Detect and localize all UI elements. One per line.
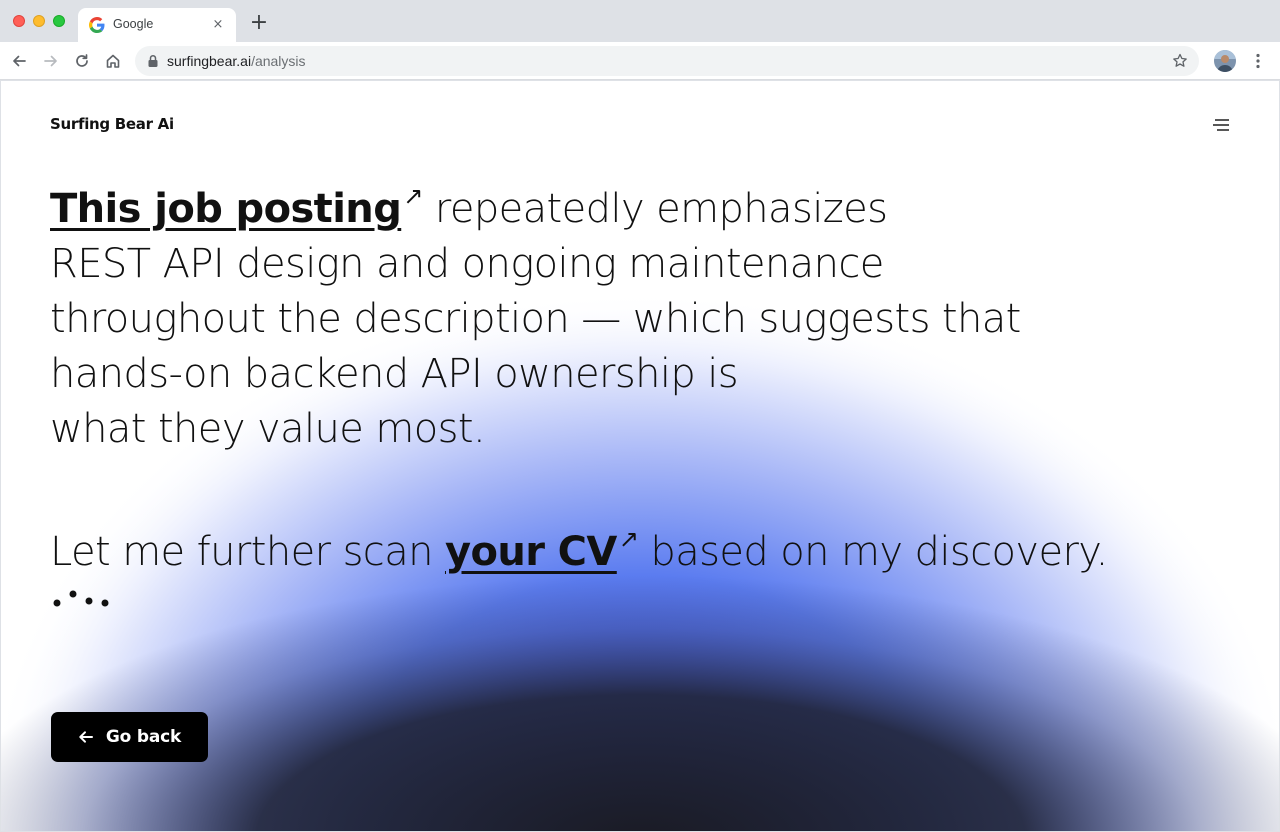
new-tab-button[interactable]: + — [248, 12, 270, 34]
url-text[interactable]: surfingbear.ai/analysis — [167, 53, 306, 69]
url-host: surfingbear.ai — [167, 53, 252, 69]
arrow-left-icon — [79, 731, 93, 743]
profile-avatar[interactable] — [1214, 50, 1236, 72]
analysis-text: This job posting↗ repeatedly emphasizes … — [50, 169, 1210, 580]
your-cv-link-text: your CV — [444, 529, 617, 575]
headline-line-4: hands-on backend API ownership is — [50, 351, 739, 397]
home-icon[interactable] — [102, 50, 124, 72]
go-back-label: Go back — [105, 727, 182, 747]
tab-close-icon[interactable]: × — [209, 16, 227, 34]
your-cv-link[interactable]: your CV — [445, 529, 617, 575]
headline-line-2: REST API design and ongoing maintenance — [50, 241, 884, 287]
brand-logo-text[interactable]: Surfing Bear Ai — [50, 115, 174, 133]
more-options-icon[interactable] — [1250, 50, 1266, 72]
job-posting-link-text: This job posting — [50, 186, 402, 232]
scan-suffix: based on my discovery. — [638, 529, 1108, 575]
go-back-button[interactable]: Go back — [51, 712, 208, 762]
window-minimize-button[interactable] — [33, 15, 45, 27]
forward-arrow-icon[interactable] — [40, 50, 62, 72]
bookmark-star-icon[interactable] — [1171, 52, 1189, 70]
url-path: /analysis — [251, 53, 306, 69]
google-icon — [89, 17, 105, 33]
headline-line-3: throughout the description — which sugge… — [50, 296, 1021, 342]
headline-line-1-rest: repeatedly emphasizes — [422, 186, 888, 232]
loading-dots-icon — [53, 590, 109, 607]
tab-title: Google — [113, 17, 154, 31]
window-close-button[interactable] — [13, 15, 25, 27]
scan-prefix: Let me further scan — [50, 529, 445, 575]
external-link-arrow-icon: ↗ — [403, 182, 423, 210]
scan-cv-line: Let me further scan your CV↗ based on my… — [50, 512, 1210, 580]
tab-strip: Google × + — [0, 0, 1280, 42]
lock-icon[interactable] — [145, 53, 161, 69]
browser-toolbar: surfingbear.ai/analysis — [0, 42, 1280, 80]
address-bar[interactable]: surfingbear.ai/analysis — [135, 46, 1199, 76]
headline-line-5: what they value most. — [50, 406, 486, 452]
page-viewport: Surfing Bear Ai This job posting↗ repeat… — [1, 81, 1279, 831]
browser-tab[interactable]: Google × — [78, 8, 236, 42]
headline-line-1: This job posting↗ repeatedly emphasizes — [50, 169, 1210, 237]
window-zoom-button[interactable] — [53, 15, 65, 27]
reload-icon[interactable] — [71, 50, 93, 72]
back-arrow-icon[interactable] — [8, 50, 30, 72]
job-posting-link[interactable]: This job posting — [50, 186, 402, 232]
external-link-arrow-icon: ↗ — [618, 525, 639, 553]
hamburger-menu-icon[interactable] — [1212, 117, 1230, 133]
